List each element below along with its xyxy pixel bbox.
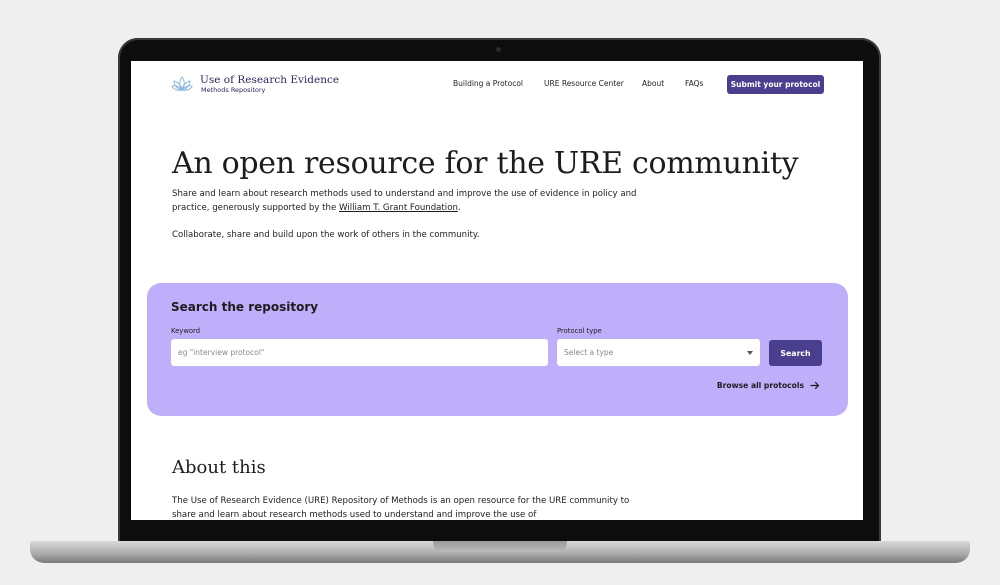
about-heading: About this	[172, 457, 266, 478]
grant-foundation-link[interactable]: William T. Grant Foundation	[339, 203, 458, 213]
arrow-right-icon	[810, 381, 820, 390]
top-navigation: Use of Research Evidence Methods Reposit…	[131, 61, 863, 107]
keyword-input[interactable]	[171, 339, 548, 366]
submit-protocol-button[interactable]: Submit your protocol	[727, 75, 824, 94]
search-title: Search the repository	[171, 300, 319, 314]
chevron-down-icon	[747, 350, 753, 355]
hero-intro-end: .	[457, 203, 461, 213]
lotus-logo-icon[interactable]	[171, 74, 193, 94]
laptop-notch	[433, 541, 567, 552]
nav-link-about[interactable]: About	[642, 79, 664, 88]
nav-link-building-protocol[interactable]: Building a Protocol	[453, 79, 523, 88]
browse-all-protocols-label: Browse all protocols	[716, 381, 804, 390]
brand-subtitle[interactable]: Methods Repository	[201, 86, 265, 94]
protocol-type-label: Protocol type	[557, 327, 602, 335]
brand-title[interactable]: Use of Research Evidence	[200, 74, 339, 86]
hero-intro: Share and learn about research methods u…	[172, 187, 642, 215]
protocol-type-select[interactable]: Select a type	[557, 339, 760, 366]
camera-icon	[496, 47, 501, 52]
search-panel: Search the repository Keyword Protocol t…	[147, 283, 848, 416]
about-paragraph: The Use of Research Evidence (URE) Repos…	[172, 496, 630, 520]
hero-collaborate-text: Collaborate, share and build upon the wo…	[172, 230, 480, 240]
browser-screen: Use of Research Evidence Methods Reposit…	[131, 61, 863, 520]
nav-link-resource-center[interactable]: URE Resource Center	[544, 79, 624, 88]
keyword-label: Keyword	[171, 327, 201, 335]
page-title: An open resource for the URE community	[172, 146, 799, 181]
protocol-type-value: Select a type	[564, 348, 614, 357]
search-button[interactable]: Search	[769, 340, 822, 366]
browse-all-protocols-link[interactable]: Browse all protocols	[717, 381, 820, 390]
nav-link-faqs[interactable]: FAQs	[685, 79, 703, 88]
